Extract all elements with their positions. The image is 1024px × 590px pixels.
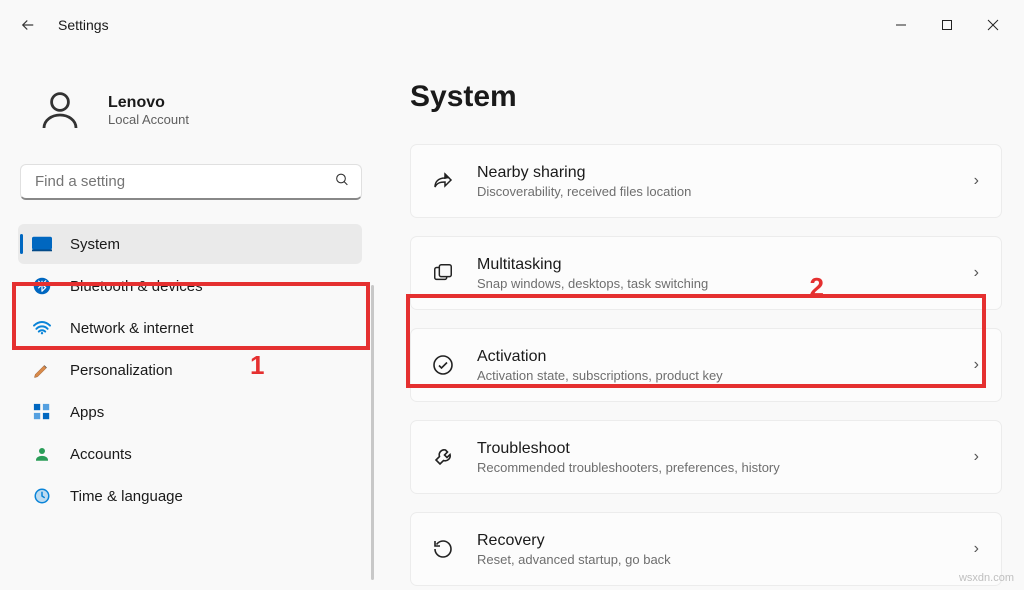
search-input[interactable]	[20, 164, 362, 200]
profile-sub: Local Account	[108, 112, 189, 127]
maximize-button[interactable]	[924, 9, 970, 41]
chevron-right-icon: ›	[974, 264, 979, 282]
card-title: Nearby sharing	[477, 164, 974, 182]
profile-block[interactable]: Lenovo Local Account	[18, 70, 380, 164]
profile-name: Lenovo	[108, 94, 189, 112]
avatar-icon	[30, 80, 90, 140]
troubleshoot-icon	[429, 443, 457, 471]
window-controls	[878, 9, 1016, 41]
page-title: System	[410, 80, 1002, 114]
card-title: Troubleshoot	[477, 440, 974, 458]
card-sub: Snap windows, desktops, task switching	[477, 276, 974, 291]
wifi-icon	[32, 318, 52, 338]
sidebar-scrollbar[interactable]	[371, 285, 374, 580]
card-sub: Activation state, subscriptions, product…	[477, 368, 974, 383]
maximize-icon	[941, 19, 953, 31]
settings-card-list: Nearby sharing Discoverability, received…	[410, 144, 1002, 586]
chevron-right-icon: ›	[974, 172, 979, 190]
share-icon	[429, 167, 457, 195]
sidebar-item-accounts[interactable]: Accounts	[18, 434, 362, 474]
card-troubleshoot[interactable]: Troubleshoot Recommended troubleshooters…	[410, 420, 1002, 494]
sidebar-item-system[interactable]: System	[18, 224, 362, 264]
card-recovery[interactable]: Recovery Reset, advanced startup, go bac…	[410, 512, 1002, 586]
sidebar: Lenovo Local Account System Bluetooth & …	[0, 50, 380, 590]
sidebar-item-label: Accounts	[70, 446, 132, 463]
search-wrap	[20, 164, 362, 200]
sidebar-item-time[interactable]: Time & language	[18, 476, 362, 516]
main-panel: System Nearby sharing Discoverability, r…	[380, 50, 1024, 590]
card-sub: Reset, advanced startup, go back	[477, 552, 974, 567]
sidebar-item-label: Apps	[70, 404, 104, 421]
chevron-right-icon: ›	[974, 540, 979, 558]
sidebar-item-label: Bluetooth & devices	[70, 278, 203, 295]
sidebar-item-label: System	[70, 236, 120, 253]
apps-icon	[32, 402, 52, 422]
time-icon	[32, 486, 52, 506]
recovery-icon	[429, 535, 457, 563]
card-title: Activation	[477, 348, 974, 366]
sidebar-item-label: Personalization	[70, 362, 173, 379]
card-title: Recovery	[477, 532, 974, 550]
card-title: Multitasking	[477, 256, 974, 274]
back-button[interactable]	[8, 5, 48, 45]
close-icon	[987, 19, 999, 31]
card-sub: Recommended troubleshooters, preferences…	[477, 460, 974, 475]
sidebar-item-apps[interactable]: Apps	[18, 392, 362, 432]
sidebar-item-personalization[interactable]: Personalization	[18, 350, 362, 390]
sidebar-item-network[interactable]: Network & internet	[18, 308, 362, 348]
card-activation[interactable]: Activation Activation state, subscriptio…	[410, 328, 1002, 402]
search-icon	[334, 172, 350, 193]
system-icon	[32, 234, 52, 254]
bluetooth-icon	[32, 276, 52, 296]
nav-list: System Bluetooth & devices Network & int…	[18, 224, 380, 516]
chevron-right-icon: ›	[974, 448, 979, 466]
personalization-icon	[32, 360, 52, 380]
minimize-button[interactable]	[878, 9, 924, 41]
back-arrow-icon	[19, 16, 37, 34]
card-multitasking[interactable]: Multitasking Snap windows, desktops, tas…	[410, 236, 1002, 310]
card-nearby-sharing[interactable]: Nearby sharing Discoverability, received…	[410, 144, 1002, 218]
close-button[interactable]	[970, 9, 1016, 41]
watermark: wsxdn.com	[959, 572, 1014, 584]
accounts-icon	[32, 444, 52, 464]
chevron-right-icon: ›	[974, 356, 979, 374]
sidebar-item-bluetooth[interactable]: Bluetooth & devices	[18, 266, 362, 306]
titlebar: Settings	[0, 0, 1024, 50]
sidebar-item-label: Time & language	[70, 488, 183, 505]
activation-icon	[429, 351, 457, 379]
sidebar-item-label: Network & internet	[70, 320, 193, 337]
minimize-icon	[895, 19, 907, 31]
app-title: Settings	[58, 17, 109, 33]
multitasking-icon	[429, 259, 457, 287]
card-sub: Discoverability, received files location	[477, 184, 974, 199]
